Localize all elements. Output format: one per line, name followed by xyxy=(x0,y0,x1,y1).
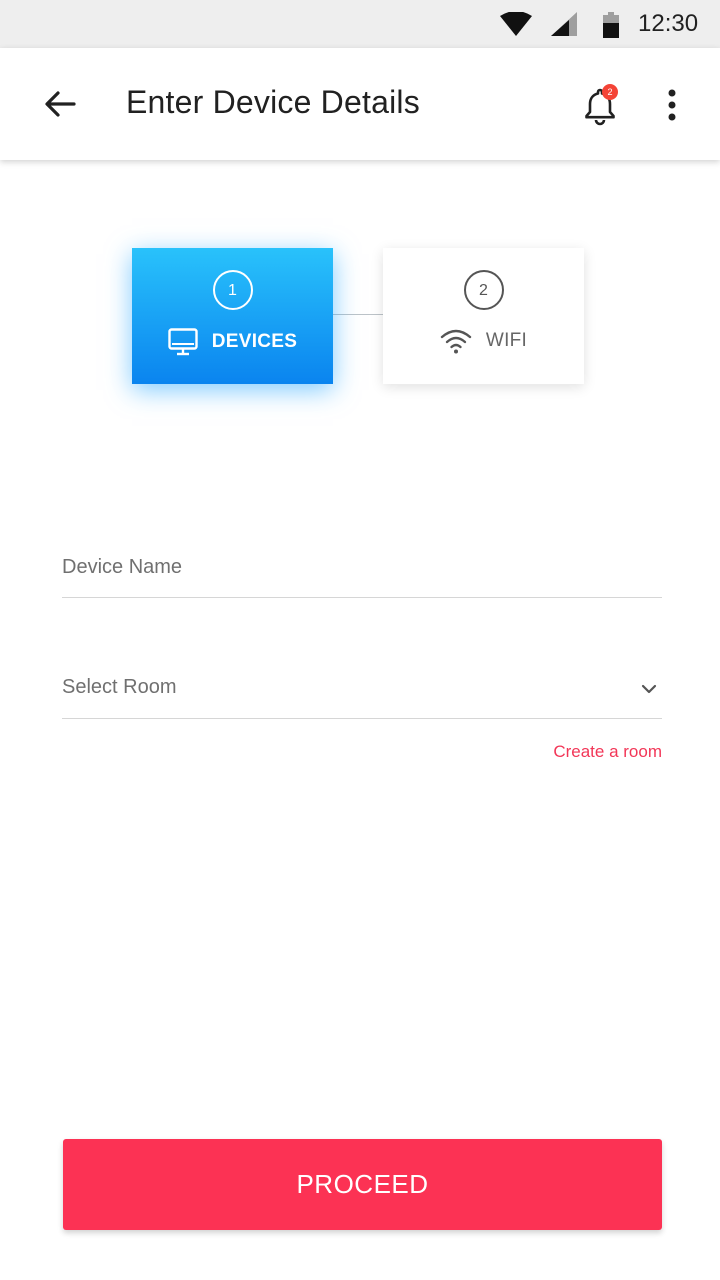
select-room-placeholder: Select Room xyxy=(62,676,177,698)
proceed-button[interactable]: PROCEED xyxy=(63,1139,662,1230)
back-arrow-icon[interactable] xyxy=(40,84,80,124)
device-name-field[interactable]: Device Name xyxy=(62,540,662,598)
step-number: 1 xyxy=(212,270,253,310)
app-bar: Enter Device Details 2 xyxy=(0,48,720,160)
device-name-placeholder: Device Name xyxy=(62,556,183,578)
step-connector xyxy=(333,314,383,315)
chevron-down-icon xyxy=(641,684,657,694)
status-bar: 12:30 xyxy=(0,0,720,48)
screen: 12:30 Enter Device Details 2 1 DEVICES 2… xyxy=(0,0,720,1280)
clock: 12:30 xyxy=(638,10,699,37)
stepper: 1 DEVICES 2 WIFI xyxy=(0,200,720,440)
step-number: 2 xyxy=(463,270,504,310)
select-room-dropdown[interactable]: Select Room xyxy=(62,660,662,719)
notification-badge: 2 xyxy=(602,84,618,100)
create-room-link[interactable]: Create a room xyxy=(553,742,662,762)
step-wifi[interactable]: 2 WIFI xyxy=(383,248,584,384)
step-label: DEVICES xyxy=(211,331,298,352)
page-title: Enter Device Details xyxy=(126,84,420,120)
step-label: WIFI xyxy=(485,330,528,351)
step-devices[interactable]: 1 DEVICES xyxy=(132,248,333,384)
more-vert-icon[interactable] xyxy=(660,84,684,128)
cell-signal-icon xyxy=(551,12,577,36)
battery-icon xyxy=(603,12,619,38)
monitor-icon xyxy=(168,328,198,356)
wifi-icon xyxy=(500,12,532,36)
wifi-icon xyxy=(440,329,472,354)
